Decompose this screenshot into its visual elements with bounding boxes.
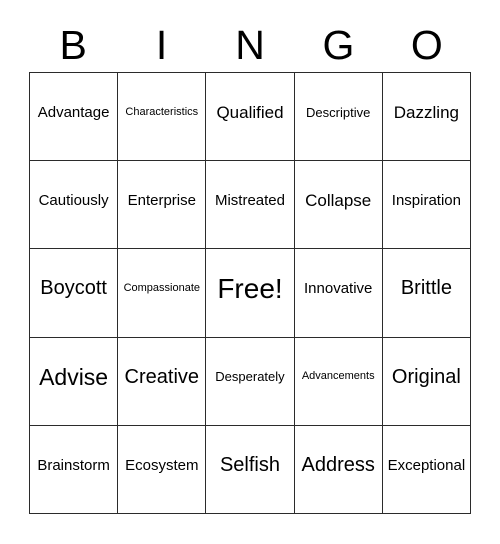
- bingo-cell[interactable]: Selfish: [206, 425, 295, 514]
- header-letter-b: B: [59, 21, 87, 68]
- bingo-cell-label: Address: [301, 453, 375, 476]
- header-letter-n: N: [235, 21, 265, 68]
- bingo-cell-label: Ecosystem: [125, 456, 199, 474]
- bingo-cell-label: Collapse: [305, 190, 372, 210]
- bingo-cell-label: Advantage: [37, 103, 110, 121]
- bingo-cell-label: Selfish: [219, 453, 280, 476]
- bingo-cell[interactable]: Brittle: [382, 249, 471, 338]
- bingo-cell-label: Creative: [124, 365, 200, 388]
- bingo-cell-label: Exceptional: [387, 456, 466, 474]
- bingo-cell[interactable]: Mistreated: [206, 161, 295, 250]
- bingo-cell[interactable]: Original: [382, 337, 471, 426]
- bingo-cell[interactable]: Advancements: [294, 337, 383, 426]
- bingo-cell-label: Dazzling: [393, 102, 459, 122]
- bingo-cell-label: Innovative: [304, 280, 373, 298]
- bingo-cell[interactable]: Boycott: [30, 249, 119, 338]
- bingo-cell[interactable]: Advantage: [30, 73, 119, 162]
- bingo-cell[interactable]: Descriptive: [294, 73, 383, 162]
- header-letter-i: I: [155, 21, 168, 68]
- bingo-card: B I N G O Advantage Characteristics Qualif…: [0, 0, 500, 544]
- bingo-cell[interactable]: Advise: [30, 337, 119, 426]
- bingo-cell-label: Original: [391, 365, 461, 388]
- bingo-header: B I N G O: [29, 18, 471, 72]
- bingo-cell-label: Free!: [217, 273, 283, 305]
- bingo-cell[interactable]: Innovative: [294, 249, 383, 338]
- bingo-cell[interactable]: Collapse: [294, 161, 383, 250]
- header-letter-o: O: [410, 21, 443, 68]
- bingo-cell[interactable]: Ecosystem: [118, 425, 207, 514]
- bingo-cell-label: Characteristics: [125, 105, 199, 118]
- bingo-cell[interactable]: Brainstorm: [30, 425, 119, 514]
- bingo-cell[interactable]: Enterprise: [118, 161, 207, 250]
- bingo-cell-label: Enterprise: [127, 191, 196, 209]
- bingo-cell[interactable]: Address: [294, 425, 383, 514]
- bingo-cell-label: Brittle: [400, 277, 452, 300]
- bingo-cell-label: Descriptive: [306, 104, 371, 120]
- bingo-cell[interactable]: Characteristics: [118, 73, 207, 162]
- bingo-cell[interactable]: Desperately: [206, 337, 295, 426]
- bingo-cell-label: Compassionate: [123, 282, 200, 295]
- bingo-cell-label: Cautiously: [38, 191, 109, 209]
- header-letter-g: G: [322, 21, 355, 68]
- bingo-cell-label: Advise: [39, 364, 109, 391]
- bingo-cell[interactable]: Dazzling: [382, 73, 471, 162]
- bingo-cell-label: Brainstorm: [37, 456, 110, 474]
- bingo-cell-label: Boycott: [40, 277, 107, 300]
- bingo-cell-label: Inspiration: [391, 191, 461, 209]
- bingo-cell-label: Advancements: [301, 370, 375, 383]
- bingo-cell[interactable]: Compassionate: [118, 249, 207, 338]
- bingo-cell[interactable]: Inspiration: [382, 161, 471, 250]
- bingo-cell[interactable]: Qualified: [206, 73, 295, 162]
- bingo-cell-label: Desperately: [215, 369, 285, 385]
- bingo-cell[interactable]: Creative: [118, 337, 207, 426]
- bingo-cell[interactable]: Exceptional: [382, 425, 471, 514]
- bingo-cell-label: Mistreated: [214, 191, 285, 209]
- bingo-grid: Advantage Characteristics Qualified Descrip…: [29, 72, 471, 514]
- bingo-cell[interactable]: Cautiously: [30, 161, 119, 250]
- bingo-free-space[interactable]: Free!: [206, 249, 295, 338]
- bingo-cell-label: Qualified: [216, 102, 284, 122]
